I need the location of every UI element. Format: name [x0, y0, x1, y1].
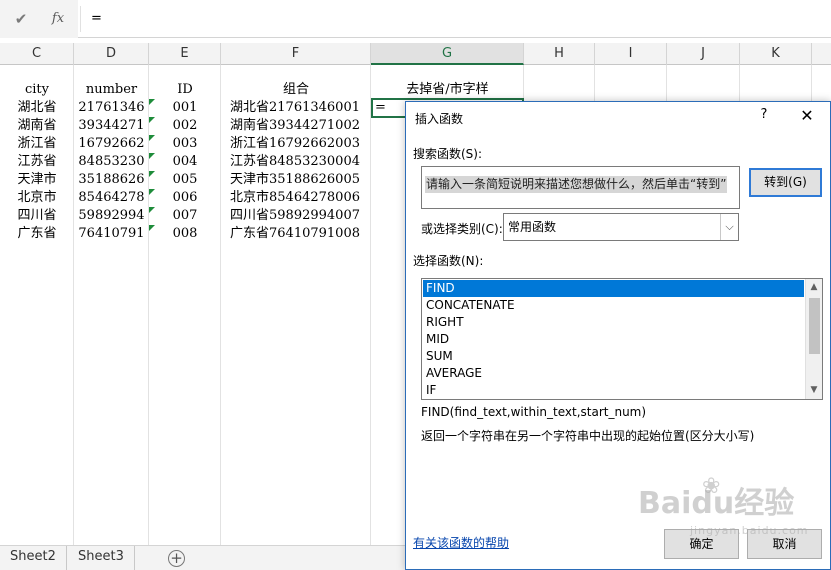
cell-number[interactable]: 16792662: [74, 135, 149, 153]
cell-combo[interactable]: 四川省59892994007: [221, 207, 371, 225]
search-function-text: 请输入一条简短说明来描述您想做什么，然后单击“转到”: [425, 176, 728, 193]
header-number[interactable]: number: [74, 81, 149, 99]
header-result[interactable]: 去掉省/市字样: [371, 81, 524, 99]
search-function-input[interactable]: 请输入一条简短说明来描述您想做什么，然后单击“转到”: [421, 166, 740, 209]
function-signature: FIND(find_text,within_text,start_num): [421, 405, 647, 419]
close-icon[interactable]: ✕: [798, 107, 816, 125]
plus-circle-icon[interactable]: +: [168, 550, 185, 567]
cell-city[interactable]: 浙江省: [0, 135, 74, 153]
category-label: 或选择类别(C):: [421, 222, 503, 236]
function-item-mid[interactable]: MID: [423, 331, 804, 348]
ok-button[interactable]: 确定: [664, 529, 739, 559]
cell-combo[interactable]: 浙江省16792662003: [221, 135, 371, 153]
column-header-h[interactable]: H: [524, 43, 595, 65]
function-description: 返回一个字符串在另一个字符串中出现的起始位置(区分大小写): [421, 429, 755, 443]
cell-combo[interactable]: 湖北省21761346001: [221, 99, 371, 117]
category-value: 常用函数: [508, 220, 557, 234]
cell-number[interactable]: 35188626: [74, 171, 149, 189]
function-item-average[interactable]: AVERAGE: [423, 365, 804, 382]
checkmark-icon[interactable]: ✔: [12, 10, 30, 28]
function-item-sum[interactable]: SUM: [423, 348, 804, 365]
cell-number[interactable]: 85464278: [74, 189, 149, 207]
cell-combo[interactable]: 北京市85464278006: [221, 189, 371, 207]
column-header-f[interactable]: F: [221, 43, 371, 65]
function-list-label: 选择函数(N):: [413, 254, 484, 268]
column-header-d[interactable]: D: [74, 43, 149, 65]
cell-combo[interactable]: 广东省76410791008: [221, 225, 371, 243]
formula-input[interactable]: =: [80, 6, 828, 32]
help-icon[interactable]: ?: [756, 107, 772, 125]
cell-id[interactable]: 001: [149, 99, 221, 117]
column-header-g[interactable]: G: [371, 43, 524, 65]
header-id[interactable]: ID: [149, 81, 221, 99]
cell-city[interactable]: 四川省: [0, 207, 74, 225]
scrollbar-thumb[interactable]: [809, 298, 820, 354]
category-select[interactable]: 常用函数 ⌵: [503, 213, 739, 241]
cell-id[interactable]: 004: [149, 153, 221, 171]
sheet-tab-sheet2[interactable]: Sheet2: [0, 546, 67, 570]
insert-function-icon[interactable]: fx: [48, 9, 68, 29]
cell-id[interactable]: 008: [149, 225, 221, 243]
cell-id[interactable]: 007: [149, 207, 221, 225]
header-city[interactable]: city: [0, 81, 74, 99]
function-item-find[interactable]: FIND: [423, 280, 804, 297]
cell-number[interactable]: 84853230: [74, 153, 149, 171]
scroll-up-icon[interactable]: ▲: [806, 279, 822, 296]
cell-combo[interactable]: 湖南省39344271002: [221, 117, 371, 135]
function-item-right[interactable]: RIGHT: [423, 314, 804, 331]
cancel-button[interactable]: 取消: [747, 529, 822, 559]
cell-number[interactable]: 21761346: [74, 99, 149, 117]
column-header-j[interactable]: J: [667, 43, 740, 65]
cell-id[interactable]: 003: [149, 135, 221, 153]
column-header-e[interactable]: E: [149, 43, 221, 65]
function-list[interactable]: FIND CONCATENATE RIGHT MID SUM AVERAGE I…: [421, 278, 823, 400]
insert-function-dialog: 插入函数 ? ✕ 搜索函数(S): 请输入一条简短说明来描述您想做什么，然后单击…: [405, 101, 831, 570]
formula-bar: ✔ fx =: [0, 0, 831, 38]
dialog-title: 插入函数: [415, 112, 464, 126]
active-cell-value: =: [375, 100, 386, 115]
function-help-link[interactable]: 有关该函数的帮助: [413, 534, 509, 551]
function-item-if[interactable]: IF: [423, 382, 804, 399]
search-function-label: 搜索函数(S):: [413, 147, 483, 161]
cell-city[interactable]: 北京市: [0, 189, 74, 207]
chevron-down-icon[interactable]: ⌵: [720, 214, 738, 240]
function-list-scrollbar[interactable]: ▲ ▼: [805, 279, 822, 399]
column-headers: C D E F G H I J K: [0, 43, 831, 65]
header-combo[interactable]: 组合: [221, 81, 371, 99]
cell-number[interactable]: 59892994: [74, 207, 149, 225]
column-header-i[interactable]: I: [595, 43, 667, 65]
column-header-k[interactable]: K: [740, 43, 812, 65]
cell-city[interactable]: 天津市: [0, 171, 74, 189]
cell-city[interactable]: 湖南省: [0, 117, 74, 135]
cell-id[interactable]: 002: [149, 117, 221, 135]
cell-id[interactable]: 006: [149, 189, 221, 207]
cell-combo[interactable]: 江苏省84853230004: [221, 153, 371, 171]
cell-combo[interactable]: 天津市35188626005: [221, 171, 371, 189]
cell-id[interactable]: 005: [149, 171, 221, 189]
goto-button[interactable]: 转到(G): [749, 168, 822, 197]
column-header-c[interactable]: C: [0, 43, 74, 65]
cell-city[interactable]: 湖北省: [0, 99, 74, 117]
cell-number[interactable]: 39344271: [74, 117, 149, 135]
cell-number[interactable]: 76410791: [74, 225, 149, 243]
cell-city[interactable]: 江苏省: [0, 153, 74, 171]
function-item-concatenate[interactable]: CONCATENATE: [423, 297, 804, 314]
sheet-tab-sheet3[interactable]: Sheet3: [68, 546, 135, 570]
scroll-down-icon[interactable]: ▼: [806, 382, 822, 399]
cell-city[interactable]: 广东省: [0, 225, 74, 243]
